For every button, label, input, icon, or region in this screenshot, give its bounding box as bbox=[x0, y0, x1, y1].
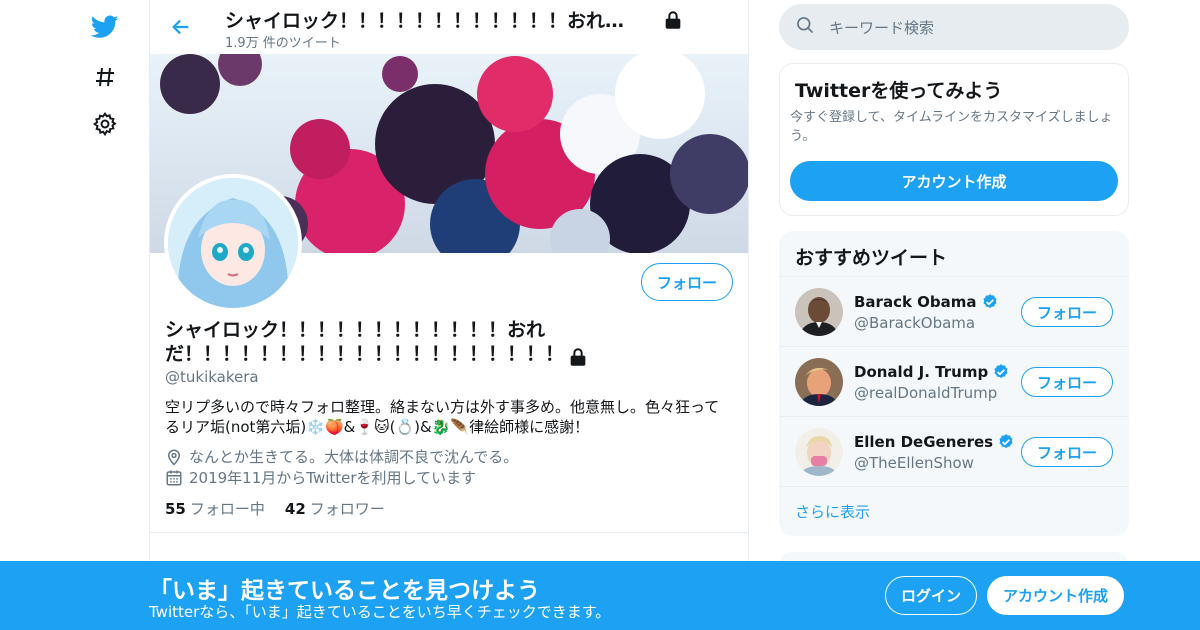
verified-badge-icon bbox=[981, 293, 999, 311]
left-nav bbox=[80, 0, 130, 630]
avatar[interactable] bbox=[795, 288, 843, 336]
followers-label: フォロワー bbox=[309, 500, 385, 518]
suggested-user-name-row: Ellen DeGeneres bbox=[854, 433, 1015, 451]
suggested-user-name: Barack Obama bbox=[854, 293, 977, 311]
avatar[interactable] bbox=[795, 428, 843, 476]
search-icon bbox=[795, 15, 815, 39]
suggested-user[interactable]: Barack Obama @BarackObama フォロー bbox=[779, 276, 1129, 346]
verified-badge-icon bbox=[997, 433, 1015, 451]
follow-button[interactable]: フォロー bbox=[1021, 437, 1113, 467]
twitter-bird-icon[interactable] bbox=[90, 12, 120, 42]
login-button[interactable]: ログイン bbox=[885, 576, 977, 615]
create-account-button[interactable]: アカウント作成 bbox=[790, 161, 1118, 201]
show-more-link[interactable]: さらに表示 bbox=[779, 486, 1129, 536]
bottom-bar-subtitle: Twitterなら、「いま」起きていることをいち早くチェックできます。 bbox=[149, 603, 611, 621]
suggested-user-name: Ellen DeGeneres bbox=[854, 433, 994, 451]
signup-card: Twitterを使ってみよう 今すぐ登録して、タイムラインをカスタマイズしましょ… bbox=[779, 63, 1129, 216]
suggested-user-handle: @TheEllenShow bbox=[854, 454, 974, 472]
follow-button[interactable]: フォロー bbox=[1021, 367, 1113, 397]
followers-stat[interactable]: 42 フォロワー bbox=[285, 498, 385, 519]
profile-handle: @tukikakera bbox=[165, 368, 259, 386]
lock-icon bbox=[662, 9, 684, 35]
suggested-user-handle: @BarackObama bbox=[854, 314, 976, 332]
gear-icon[interactable] bbox=[90, 109, 120, 139]
bottom-signup-bar: 「いま」起きていることを見つけよう Twitterなら、「いま」起きていることを… bbox=[0, 561, 1200, 630]
recommended-tweets-card: おすすめツイート Barack Obama @BarackObama フォロー … bbox=[779, 231, 1129, 536]
profile-lock-icon bbox=[567, 346, 589, 372]
location-pin-icon bbox=[165, 448, 183, 466]
profile-column: シャイロック！！！！！！！！！！！！おれ… 1.9万 件のツイート フォロー シ… bbox=[149, 0, 749, 630]
profile-header-bar: シャイロック！！！！！！！！！！！！おれ… 1.9万 件のツイート bbox=[150, 0, 748, 54]
hashtag-icon[interactable] bbox=[90, 62, 120, 92]
following-label: フォロー中 bbox=[189, 500, 265, 518]
follow-button[interactable]: フォロー bbox=[1021, 297, 1113, 327]
tweet-count: 1.9万 件のツイート bbox=[225, 36, 341, 51]
profile-avatar[interactable] bbox=[164, 174, 302, 312]
signup-card-title: Twitterを使ってみよう bbox=[795, 80, 1003, 102]
page: シャイロック！！！！！！！！！！！！おれ… 1.9万 件のツイート フォロー シ… bbox=[0, 0, 1200, 630]
header-display-name: シャイロック！！！！！！！！！！！！おれ… bbox=[225, 10, 625, 32]
profile-display-name: シャイロック！！！！！！！！！！！！おれだ！！！！！！！！！！！！！！！！！！！… bbox=[165, 319, 565, 365]
suggested-user-name-row: Barack Obama bbox=[854, 293, 999, 311]
joined-text: 2019年11月からTwitterを利用しています bbox=[189, 469, 477, 487]
location-row: なんとか生きてる。大体は体調不良で沈んでる。 bbox=[165, 446, 518, 467]
suggested-user-handle: @realDonaldTrump bbox=[854, 384, 998, 402]
signup-button[interactable]: アカウント作成 bbox=[987, 576, 1124, 615]
follow-stats: 55 フォロー中 42 フォロワー bbox=[165, 498, 385, 519]
section-divider bbox=[150, 532, 748, 533]
following-count: 55 bbox=[165, 500, 186, 518]
search-input[interactable]: キーワード検索 bbox=[829, 17, 934, 38]
bottom-bar-title: 「いま」起きていることを見つけよう bbox=[149, 578, 540, 604]
follow-button[interactable]: フォロー bbox=[641, 263, 733, 301]
joined-row: 2019年11月からTwitterを利用しています bbox=[165, 467, 476, 488]
back-arrow-icon[interactable] bbox=[166, 12, 196, 42]
recommended-title: おすすめツイート bbox=[795, 247, 948, 269]
profile-bio: 空リプ多いので時々フォロ整理。絡まない方は外す事多め。他意無し。色々狂ってるリア… bbox=[165, 398, 720, 436]
suggested-user-name-row: Donald J. Trump bbox=[854, 363, 1010, 381]
suggested-user[interactable]: Donald J. Trump @realDonaldTrump フォロー bbox=[779, 346, 1129, 416]
signup-card-description: 今すぐ登録して、タイムラインをカスタマイズしましょう。 bbox=[790, 110, 1113, 144]
calendar-icon bbox=[165, 469, 183, 487]
followers-count: 42 bbox=[284, 500, 306, 518]
verified-badge-icon bbox=[992, 363, 1010, 381]
suggested-user-name: Donald J. Trump bbox=[854, 363, 989, 381]
location-text: なんとか生きてる。大体は体調不良で沈んでる。 bbox=[189, 448, 519, 466]
avatar[interactable] bbox=[795, 358, 843, 406]
following-stat[interactable]: 55 フォロー中 bbox=[165, 498, 265, 519]
search-box[interactable]: キーワード検索 bbox=[779, 4, 1129, 50]
suggested-user[interactable]: Ellen DeGeneres @TheEllenShow フォロー bbox=[779, 416, 1129, 486]
